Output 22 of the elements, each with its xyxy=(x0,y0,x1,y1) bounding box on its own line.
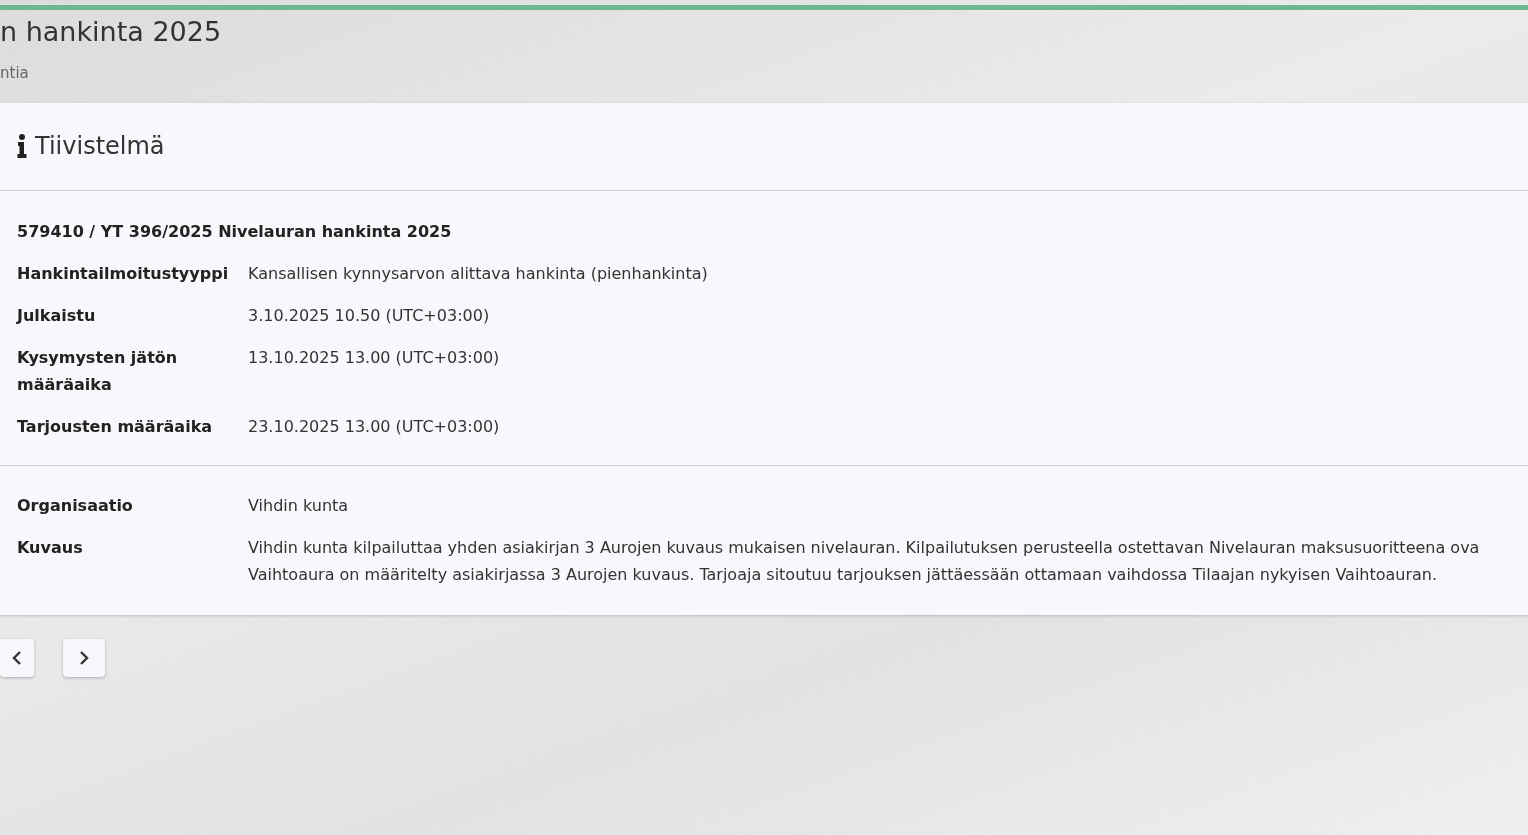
field-label: Kysymysten jätön määräaika xyxy=(17,346,179,396)
field-label: Organisaatio xyxy=(17,494,134,517)
field-label: Tarjousten määräaika xyxy=(17,415,214,438)
field-label: Kuvaus xyxy=(17,536,84,559)
previous-button[interactable] xyxy=(0,638,34,677)
page-subtitle: ntia xyxy=(0,63,30,85)
field-value: 3.10.2025 10.50 (UTC+03:00) xyxy=(248,304,490,327)
field-value: Vaihtoaura on määritelty asiakirjassa 3 Aurojen kuvaus. Tarjoaja sitoutuu tarjouksen jättäessään ottamaan vaihdossa Tilaajan nykyisen Vaihtoauran. xyxy=(248,563,1439,586)
chevron-left-icon xyxy=(11,649,23,666)
info-icon xyxy=(17,134,27,159)
field-label: Julkaistu xyxy=(17,304,97,327)
field-value: Vihdin kunta xyxy=(248,494,349,517)
page-title: n hankinta 2025 xyxy=(0,16,223,49)
next-button[interactable] xyxy=(63,638,105,677)
field-label: Hankintailmoitustyyppi xyxy=(17,262,230,285)
panel-heading: Tiivistelmä xyxy=(35,132,165,161)
summary-title: 579410 / YT 396/2025 Nivelauran hankinta 2025 xyxy=(17,220,453,243)
chevron-right-icon xyxy=(78,649,90,666)
field-value: Vihdin kunta kilpailuttaa yhden asiakirjan 3 Aurojen kuvaus mukaisen nivelauran. Kilpailutuksen perusteella ostettavan Nivelauran maksusuoritteena ova xyxy=(248,536,1480,559)
field-value: Kansallisen kynnysarvon alittava hankinta (pienhankinta) xyxy=(248,262,708,285)
field-value: 13.10.2025 13.00 (UTC+03:00) xyxy=(248,346,500,369)
field-value: 23.10.2025 13.00 (UTC+03:00) xyxy=(248,415,500,438)
